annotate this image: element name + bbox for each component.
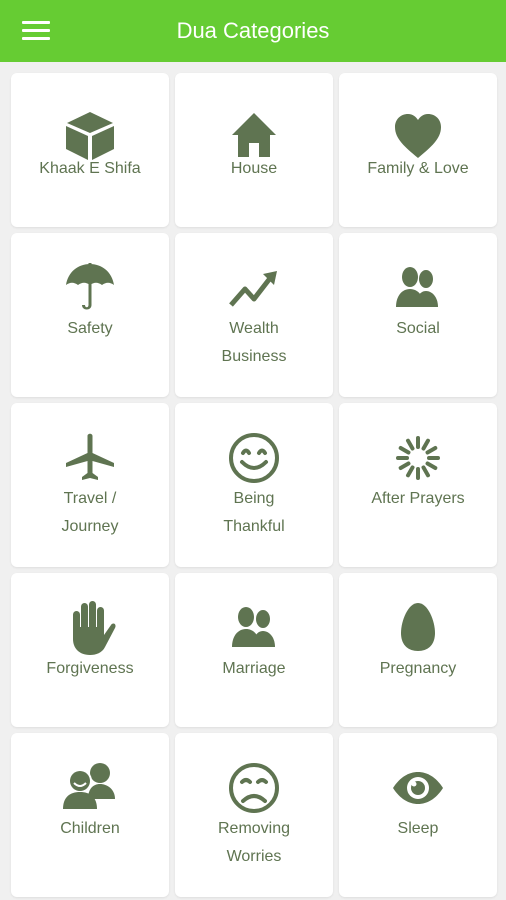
category-label: Safety — [67, 320, 113, 337]
category-label: Khaak E Shifa — [39, 160, 141, 177]
category-label: Travel / Journey — [61, 490, 119, 535]
category-safety[interactable]: Safety — [11, 233, 169, 397]
eye-icon — [339, 761, 497, 815]
category-label: Family & Love — [367, 160, 469, 177]
couple-icon — [175, 601, 333, 655]
egg-icon — [339, 599, 497, 653]
category-social[interactable]: Social — [339, 233, 497, 397]
category-forgiveness[interactable]: Forgiveness — [11, 573, 169, 727]
umbrella-icon — [11, 261, 169, 315]
category-wealth-business[interactable]: Wealth Business — [175, 233, 333, 397]
category-label: Children — [60, 820, 120, 837]
category-removing-worries[interactable]: Removing Worries — [175, 733, 333, 897]
category-house[interactable]: House — [175, 73, 333, 227]
app-bar: Dua Categories — [0, 0, 506, 62]
smile-icon — [175, 431, 333, 485]
category-pregnancy[interactable]: Pregnancy — [339, 573, 497, 727]
sad-face-icon — [175, 761, 333, 815]
category-marriage[interactable]: Marriage — [175, 573, 333, 727]
category-label: Wealth Business — [221, 320, 287, 365]
category-label: Sleep — [397, 820, 439, 837]
users-icon — [339, 261, 497, 315]
category-label: Forgiveness — [46, 660, 134, 677]
category-label: Being Thankful — [223, 490, 285, 535]
category-khaak-e-shifa[interactable]: Khaak E Shifa — [11, 73, 169, 227]
trend-up-icon — [175, 261, 333, 315]
category-children[interactable]: Children — [11, 733, 169, 897]
category-label: After Prayers — [371, 490, 465, 507]
category-grid: Khaak E Shifa House Family & Love Safety — [0, 62, 506, 900]
page-title: Dua Categories — [176, 18, 330, 43]
category-family-love[interactable]: Family & Love — [339, 73, 497, 227]
category-after-prayers[interactable]: After Prayers — [339, 403, 497, 567]
category-label: Removing Worries — [217, 820, 291, 865]
category-label: House — [230, 160, 278, 177]
loading-spinner-icon — [339, 431, 497, 485]
hand-icon — [11, 597, 169, 655]
airplane-icon — [11, 431, 169, 485]
category-sleep[interactable]: Sleep — [339, 733, 497, 897]
chat-users-icon — [11, 759, 169, 813]
category-label: Marriage — [222, 660, 286, 677]
category-being-thankful[interactable]: Being Thankful — [175, 403, 333, 567]
category-travel-journey[interactable]: Travel / Journey — [11, 403, 169, 567]
category-label: Pregnancy — [379, 660, 457, 677]
category-label: Social — [396, 320, 440, 337]
